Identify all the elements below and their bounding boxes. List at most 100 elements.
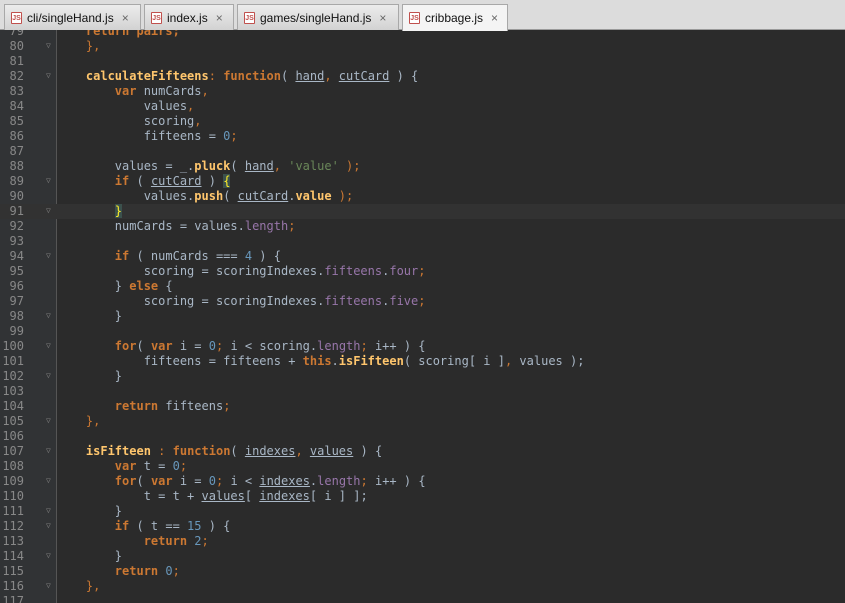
fold-marker-icon[interactable]: ▽ — [46, 342, 53, 350]
code-token: ; — [230, 129, 238, 143]
code-line[interactable]: 109 ▽ for( var i = 0; i < indexes.length;… — [0, 474, 845, 489]
code-token: . — [331, 354, 339, 368]
line-number: 92 — [9, 219, 24, 233]
code-line[interactable]: 93 — [0, 234, 845, 249]
code-line[interactable]: 91 ▽ } — [0, 204, 845, 219]
line-number: 107 — [2, 444, 24, 458]
close-tab-icon[interactable]: × — [379, 11, 386, 25]
code-editor[interactable]: 79 return pairs; 80 ▽ }, 81 82 ▽ calculateFif… — [0, 30, 845, 603]
code-token: for — [114, 339, 137, 353]
code-token: scoring = scoringIndexes. — [57, 294, 325, 308]
line-number: 95 — [9, 264, 24, 278]
tab-3[interactable]: JS cribbage.js × — [402, 4, 508, 31]
code-line[interactable]: 108 var t = 0; — [0, 459, 845, 474]
fold-marker-icon[interactable]: ▽ — [46, 372, 53, 380]
code-line[interactable]: 103 — [0, 384, 845, 399]
code-line[interactable]: 105 ▽ }, — [0, 414, 845, 429]
code-line[interactable]: 106 — [0, 429, 845, 444]
fold-marker-icon[interactable]: ▽ — [46, 42, 53, 50]
line-number: 90 — [9, 189, 24, 203]
code-line[interactable]: 99 — [0, 324, 845, 339]
code-line[interactable]: 102 ▽ } — [0, 369, 845, 384]
code-token: values. — [57, 189, 195, 203]
code-line[interactable]: 82 ▽ calculateFifteens: function( hand, c… — [0, 69, 845, 84]
code-token: ( scoring[ i ] — [403, 354, 505, 368]
code-line[interactable]: 92 numCards = values.length; — [0, 219, 845, 234]
fold-marker-icon[interactable]: ▽ — [46, 477, 53, 485]
code-line[interactable]: 98 ▽ } — [0, 309, 845, 324]
code-token: ; — [201, 534, 209, 548]
code-token: i < — [230, 474, 260, 488]
code-line[interactable]: 95 scoring = scoringIndexes.fifteens.fou… — [0, 264, 845, 279]
code-token: ) — [201, 174, 224, 188]
line-number: 106 — [2, 429, 24, 443]
code-line[interactable]: 84 values, — [0, 99, 845, 114]
code-line[interactable]: 88 values = _.pluck( hand, 'value' ); — [0, 159, 845, 174]
code-line[interactable]: 114 ▽ } — [0, 549, 845, 564]
fold-marker-icon[interactable]: ▽ — [46, 582, 53, 590]
code-line[interactable]: 96 } else { — [0, 279, 845, 294]
tab-0[interactable]: JS cli/singleHand.js × — [4, 4, 141, 30]
code-token: indexes — [259, 489, 310, 503]
code-line[interactable]: 112 ▽ if ( t == 15 ) { — [0, 519, 845, 534]
code-text: if ( numCards === 4 ) { — [57, 249, 281, 264]
code-line[interactable]: 80 ▽ }, — [0, 39, 845, 54]
code-line[interactable]: 116 ▽ }, — [0, 579, 845, 594]
code-line[interactable]: 101 fifteens = fifteens + this.isFifteen… — [0, 354, 845, 369]
code-token: values — [57, 99, 188, 113]
tab-1[interactable]: JS index.js × — [144, 4, 234, 30]
code-line[interactable]: 117 — [0, 594, 845, 603]
code-line[interactable]: 104 return fifteens; — [0, 399, 845, 414]
code-line[interactable]: 97 scoring = scoringIndexes.fifteens.fiv… — [0, 294, 845, 309]
code-line[interactable]: 107 ▽ isFifteen : function( indexes, valu… — [0, 444, 845, 459]
code-line[interactable]: 81 — [0, 54, 845, 69]
close-tab-icon[interactable]: × — [122, 11, 129, 25]
code-token: value — [295, 189, 332, 203]
fold-marker-icon[interactable]: ▽ — [46, 312, 53, 320]
code-line[interactable]: 79 return pairs; — [0, 30, 845, 39]
code-line[interactable]: 94 ▽ if ( numCards === 4 ) { — [0, 249, 845, 264]
code-line[interactable]: 111 ▽ } — [0, 504, 845, 519]
line-number: 94 — [9, 249, 24, 263]
fold-marker-icon[interactable]: ▽ — [46, 522, 53, 530]
code-token: if — [114, 174, 130, 188]
code-line[interactable]: 85 scoring, — [0, 114, 845, 129]
code-token: five — [389, 294, 419, 308]
code-line[interactable]: 86 fifteens = 0; — [0, 129, 845, 144]
fold-marker-icon[interactable]: ▽ — [46, 177, 53, 185]
code-text: values.push( cutCard.value ); — [57, 189, 354, 204]
code-line[interactable]: 115 return 0; — [0, 564, 845, 579]
fold-marker-icon[interactable]: ▽ — [46, 552, 53, 560]
code-line[interactable]: 87 — [0, 144, 845, 159]
fold-marker-icon[interactable]: ▽ — [46, 507, 53, 515]
code-line[interactable]: 100 ▽ for( var i = 0; i < scoring.length;… — [0, 339, 845, 354]
line-number: 93 — [9, 234, 24, 248]
fold-marker-icon[interactable]: ▽ — [46, 207, 53, 215]
line-number: 86 — [9, 129, 24, 143]
code-line[interactable]: 89 ▽ if ( cutCard ) { — [0, 174, 845, 189]
close-tab-icon[interactable]: × — [491, 11, 498, 25]
close-tab-icon[interactable]: × — [216, 11, 223, 25]
line-number: 116 — [2, 579, 24, 593]
code-line[interactable]: 110 t = t + values[ indexes[ i ] ]; — [0, 489, 845, 504]
code-text: var t = 0; — [57, 459, 187, 474]
fold-marker-icon[interactable]: ▽ — [46, 252, 53, 260]
code-text: t = t + values[ indexes[ i ] ]; — [57, 489, 368, 504]
fold-marker-icon[interactable]: ▽ — [46, 72, 53, 80]
code-token: values — [201, 489, 245, 503]
tab-2[interactable]: JS games/singleHand.js × — [237, 4, 399, 30]
fold-marker-icon[interactable]: ▽ — [46, 417, 53, 425]
fold-marker-icon[interactable]: ▽ — [46, 447, 53, 455]
code-line[interactable]: 113 return 2; — [0, 534, 845, 549]
line-number: 105 — [2, 414, 24, 428]
code-token: hand — [244, 159, 274, 173]
code-line[interactable]: 90 values.push( cutCard.value ); — [0, 189, 845, 204]
code-line[interactable]: 83 var numCards, — [0, 84, 845, 99]
code-token: }, — [85, 39, 101, 53]
code-token: { — [158, 279, 173, 293]
code-token: return — [114, 399, 159, 413]
code-token: pluck — [194, 159, 231, 173]
code-token: ; — [288, 219, 296, 233]
